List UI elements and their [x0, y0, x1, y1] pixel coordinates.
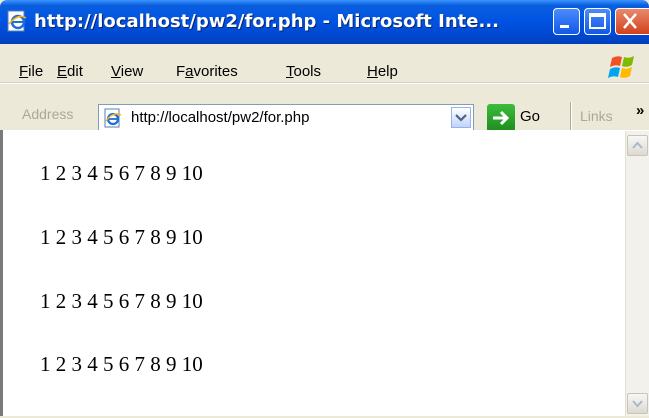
menu-edit[interactable]: Edit	[57, 63, 83, 80]
menu-file[interactable]: File	[19, 63, 43, 80]
title-bar[interactable]: http://localhost/pw2/for.php - Microsoft…	[0, 0, 649, 44]
scroll-down-button[interactable]	[627, 393, 648, 414]
go-label[interactable]: Go	[520, 108, 540, 125]
address-label: Address	[22, 106, 74, 122]
close-button[interactable]	[615, 8, 649, 35]
maximize-button[interactable]	[584, 8, 611, 35]
window-title: http://localhost/pw2/for.php - Microsoft…	[34, 11, 500, 32]
ie-page-icon	[7, 10, 27, 32]
minimize-icon	[560, 25, 569, 28]
menu-bar: File Edit View Favorites Tools Help	[0, 44, 649, 83]
menu-help[interactable]: Help	[367, 63, 398, 80]
chevron-down-icon	[632, 400, 643, 408]
address-input[interactable]: http://localhost/pw2/for.php	[98, 104, 474, 131]
toolbar-separator	[570, 102, 572, 132]
chevron-down-icon	[455, 114, 467, 122]
output-line: 1 2 3 4 5 6 7 8 9 10	[40, 289, 203, 313]
menu-view[interactable]: View	[111, 63, 143, 80]
scroll-up-button[interactable]	[627, 135, 648, 156]
output-line: 1 2 3 4 5 6 7 8 9 10	[40, 352, 203, 376]
go-button[interactable]	[487, 104, 515, 132]
output-line: 1 2 3 4 5 6 7 8 9 10	[40, 225, 203, 249]
links-overflow-chevron-icon[interactable]: »	[636, 102, 644, 119]
chevron-up-icon	[632, 141, 643, 149]
output-line: 1 2 3 4 5 6 7 8 9 10	[40, 161, 203, 185]
links-label[interactable]: Links	[580, 108, 613, 124]
menu-favorites[interactable]: Favorites	[176, 63, 238, 80]
page-content: 1 2 3 4 5 6 7 8 9 10 1 2 3 4 5 6 7 8 9 1…	[0, 130, 649, 416]
menu-tools[interactable]: Tools	[286, 63, 321, 80]
maximize-icon	[589, 13, 606, 29]
address-url: http://localhost/pw2/for.php	[131, 109, 310, 126]
address-dropdown-button[interactable]	[451, 107, 471, 128]
vertical-scrollbar[interactable]	[625, 131, 649, 416]
close-icon	[623, 13, 637, 29]
ie-page-icon	[104, 108, 122, 128]
address-toolbar: Address http://localhost/pw2/for.php Go …	[0, 83, 649, 132]
windows-logo-icon	[608, 56, 634, 78]
go-arrow-icon	[493, 110, 510, 126]
minimize-button[interactable]	[553, 8, 580, 35]
